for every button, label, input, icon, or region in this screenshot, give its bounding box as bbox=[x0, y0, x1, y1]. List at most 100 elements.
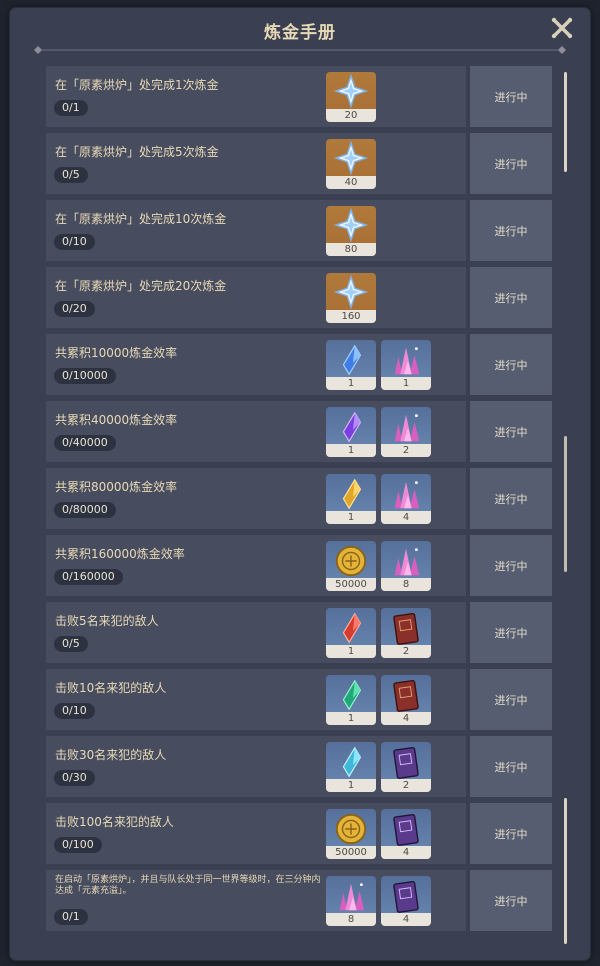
reward-quantity: 40 bbox=[326, 176, 376, 189]
task-description: 共累积40000炼金效率 bbox=[55, 413, 178, 427]
progress-badge: 0/80000 bbox=[54, 502, 116, 518]
reward-quantity: 1 bbox=[326, 444, 376, 457]
task-description: 在「原素烘炉」处完成10次炼金 bbox=[55, 212, 227, 226]
reward-quantity: 1 bbox=[326, 377, 376, 390]
task-description: 击败30名来犯的敌人 bbox=[55, 748, 167, 762]
pink-crystal-icon bbox=[339, 883, 365, 911]
reward-item[interactable]: 1 bbox=[326, 340, 376, 390]
status-button[interactable]: 进行中 bbox=[470, 468, 552, 529]
status-button[interactable]: 进行中 bbox=[470, 870, 552, 931]
task-info: 共累积40000炼金效率 0/40000 1 2 bbox=[46, 401, 466, 462]
task-info: 击败5名来犯的敌人 0/5 1 2 bbox=[46, 602, 466, 663]
task-description: 共累积160000炼金效率 bbox=[55, 547, 185, 561]
progress-badge: 0/5 bbox=[54, 636, 88, 652]
progress-badge: 0/10 bbox=[54, 234, 95, 250]
reward-item[interactable]: 2 bbox=[381, 742, 431, 792]
reward-item[interactable]: 1 bbox=[326, 608, 376, 658]
reward-item[interactable]: 4 bbox=[381, 675, 431, 725]
status-button[interactable]: 进行中 bbox=[470, 334, 552, 395]
status-button[interactable]: 进行中 bbox=[470, 535, 552, 596]
progress-badge: 0/5 bbox=[54, 167, 88, 183]
reward-quantity: 50000 bbox=[326, 578, 376, 591]
reward-quantity: 160 bbox=[326, 310, 376, 323]
reward-item[interactable]: 1 bbox=[326, 742, 376, 792]
close-button[interactable] bbox=[550, 16, 574, 40]
status-button[interactable]: 进行中 bbox=[470, 133, 552, 194]
scroll-track-mark bbox=[564, 436, 567, 572]
reward-quantity: 8 bbox=[326, 913, 376, 926]
task-row: 共累积80000炼金效率 0/80000 1 4 进行中 bbox=[46, 468, 552, 529]
reward-quantity: 2 bbox=[381, 779, 431, 792]
task-row: 击败30名来犯的敌人 0/30 1 2 进行中 bbox=[46, 736, 552, 797]
purple-book-icon bbox=[393, 813, 419, 846]
reward-quantity: 20 bbox=[326, 109, 376, 122]
progress-badge: 0/30 bbox=[54, 770, 95, 786]
reward-item[interactable]: 2 bbox=[381, 407, 431, 457]
status-button[interactable]: 进行中 bbox=[470, 200, 552, 261]
task-info: 击败30名来犯的敌人 0/30 1 2 bbox=[46, 736, 466, 797]
task-description: 在「原素烘炉」处完成1次炼金 bbox=[55, 78, 219, 92]
yellow-gem-icon bbox=[342, 478, 362, 510]
task-list[interactable]: 在「原素烘炉」处完成1次炼金 0/1 20 进行中 在「原素烘炉」处完成5次炼金 0/5 4… bbox=[46, 66, 552, 946]
page-title: 炼金手册 bbox=[264, 23, 336, 43]
status-button[interactable]: 进行中 bbox=[470, 267, 552, 328]
scrollbar[interactable] bbox=[564, 66, 567, 946]
task-description: 在启动「原素烘炉」，并且与队长处于同一世界等级时，在三分钟内达成「元素充溢」。 bbox=[55, 875, 321, 896]
reward-item[interactable]: 4 bbox=[381, 876, 431, 926]
reward-quantity: 2 bbox=[381, 444, 431, 457]
reward-quantity: 1 bbox=[326, 511, 376, 524]
reward-item[interactable]: 1 bbox=[326, 474, 376, 524]
task-info: 共累积10000炼金效率 0/10000 1 1 bbox=[46, 334, 466, 395]
task-description: 击败10名来犯的敌人 bbox=[55, 681, 167, 695]
reward-item[interactable]: 1 bbox=[326, 675, 376, 725]
task-row: 击败10名来犯的敌人 0/10 1 4 进行中 bbox=[46, 669, 552, 730]
pink-crystal-icon bbox=[394, 414, 420, 442]
scroll-thumb[interactable] bbox=[564, 72, 567, 172]
mora-coin-icon bbox=[335, 813, 367, 845]
task-info: 击败10名来犯的敌人 0/10 1 4 bbox=[46, 669, 466, 730]
reward-item[interactable]: 1 bbox=[326, 407, 376, 457]
status-button[interactable]: 进行中 bbox=[470, 736, 552, 797]
reward-item[interactable]: 50000 bbox=[326, 541, 376, 591]
reward-quantity: 1 bbox=[326, 645, 376, 658]
reward-item[interactable]: 4 bbox=[381, 809, 431, 859]
reward-item[interactable]: 4 bbox=[381, 474, 431, 524]
purple-book-icon bbox=[393, 880, 419, 913]
task-description: 击败5名来犯的敌人 bbox=[55, 614, 159, 628]
reward-quantity: 4 bbox=[381, 846, 431, 859]
reward-item[interactable]: 80 bbox=[326, 206, 376, 256]
task-row: 在「原素烘炉」处完成10次炼金 0/10 80 进行中 bbox=[46, 200, 552, 261]
reward-item[interactable]: 50000 bbox=[326, 809, 376, 859]
task-info: 在「原素烘炉」处完成10次炼金 0/10 80 bbox=[46, 200, 466, 261]
task-info: 共累积80000炼金效率 0/80000 1 4 bbox=[46, 468, 466, 529]
reward-item[interactable]: 8 bbox=[326, 876, 376, 926]
task-description: 共累积80000炼金效率 bbox=[55, 480, 178, 494]
purple-book-icon bbox=[393, 746, 419, 779]
status-button[interactable]: 进行中 bbox=[470, 401, 552, 462]
task-info: 在「原素烘炉」处完成5次炼金 0/5 40 bbox=[46, 133, 466, 194]
status-button[interactable]: 进行中 bbox=[470, 669, 552, 730]
status-button[interactable]: 进行中 bbox=[470, 66, 552, 127]
reward-item[interactable]: 1 bbox=[381, 340, 431, 390]
reward-item[interactable]: 40 bbox=[326, 139, 376, 189]
reward-quantity: 1 bbox=[381, 377, 431, 390]
status-button[interactable]: 进行中 bbox=[470, 803, 552, 864]
primogem-icon bbox=[333, 208, 369, 243]
progress-badge: 0/10 bbox=[54, 703, 95, 719]
reward-quantity: 80 bbox=[326, 243, 376, 256]
primogem-icon bbox=[333, 74, 369, 109]
mora-coin-icon bbox=[335, 545, 367, 577]
reward-item[interactable]: 2 bbox=[381, 608, 431, 658]
reward-quantity: 4 bbox=[381, 712, 431, 725]
status-button[interactable]: 进行中 bbox=[470, 602, 552, 663]
reward-item[interactable]: 20 bbox=[326, 72, 376, 122]
green-gem-icon bbox=[342, 679, 362, 711]
blue-gem-icon bbox=[342, 344, 362, 376]
red-gem-icon bbox=[342, 612, 362, 644]
reward-quantity: 4 bbox=[381, 913, 431, 926]
progress-badge: 0/1 bbox=[54, 909, 88, 925]
reward-item[interactable]: 160 bbox=[326, 273, 376, 323]
reward-item[interactable]: 8 bbox=[381, 541, 431, 591]
task-row: 在「原素烘炉」处完成1次炼金 0/1 20 进行中 bbox=[46, 66, 552, 127]
task-row: 在「原素烘炉」处完成20次炼金 0/20 160 进行中 bbox=[46, 267, 552, 328]
